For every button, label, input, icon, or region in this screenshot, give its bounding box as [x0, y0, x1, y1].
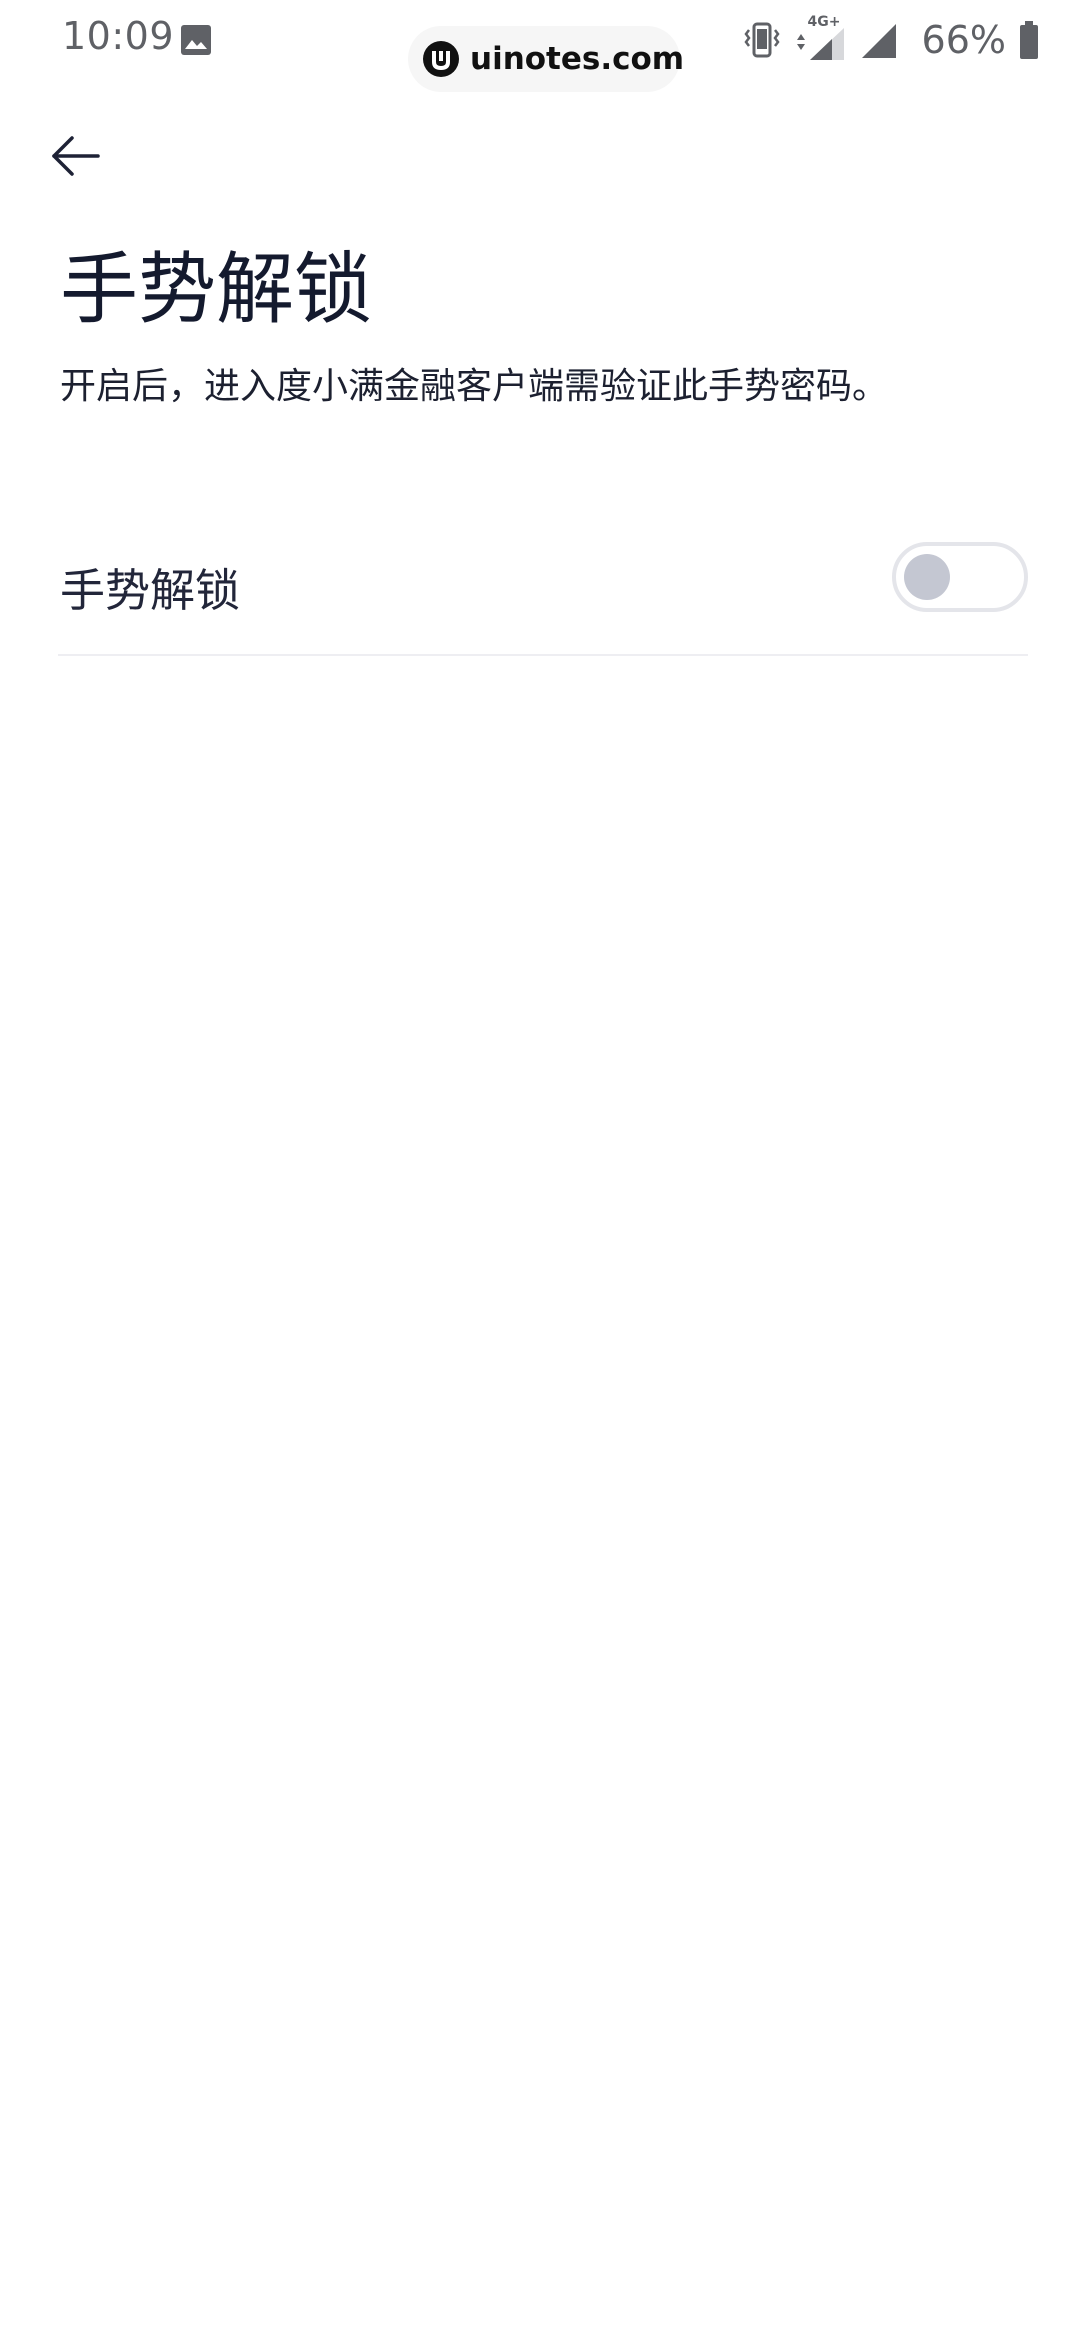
watermark-text: uinotes.com — [470, 41, 685, 77]
page-subtitle: 开启后，进入度小满金融客户端需验证此手势密码。 — [60, 366, 889, 407]
setting-label: 手势解锁 — [60, 564, 241, 617]
gesture-unlock-page: 10:09 4G+ 66% uinotes.com 手势解锁 开启后，进入度小满… — [0, 0, 1080, 2340]
toggle-knob — [904, 554, 950, 600]
page-title: 手势解锁 — [60, 245, 373, 335]
watermark-badge: uinotes.com — [408, 26, 684, 92]
battery-icon — [1018, 20, 1040, 60]
setting-row-gesture-unlock: 手势解锁 — [58, 520, 1028, 656]
uinotes-logo-icon — [422, 40, 460, 78]
vibrate-icon — [742, 20, 782, 60]
status-icons: 4G+ 66% — [742, 14, 1040, 66]
battery-percent: 66% — [921, 18, 1006, 62]
photo-icon — [180, 24, 212, 56]
back-button[interactable] — [40, 122, 112, 194]
gesture-unlock-toggle[interactable] — [892, 542, 1028, 612]
data-arrows-icon: 4G+ — [794, 14, 848, 62]
arrow-left-icon — [48, 128, 104, 188]
status-time: 10:09 — [62, 14, 175, 58]
signal-icon — [860, 20, 900, 60]
